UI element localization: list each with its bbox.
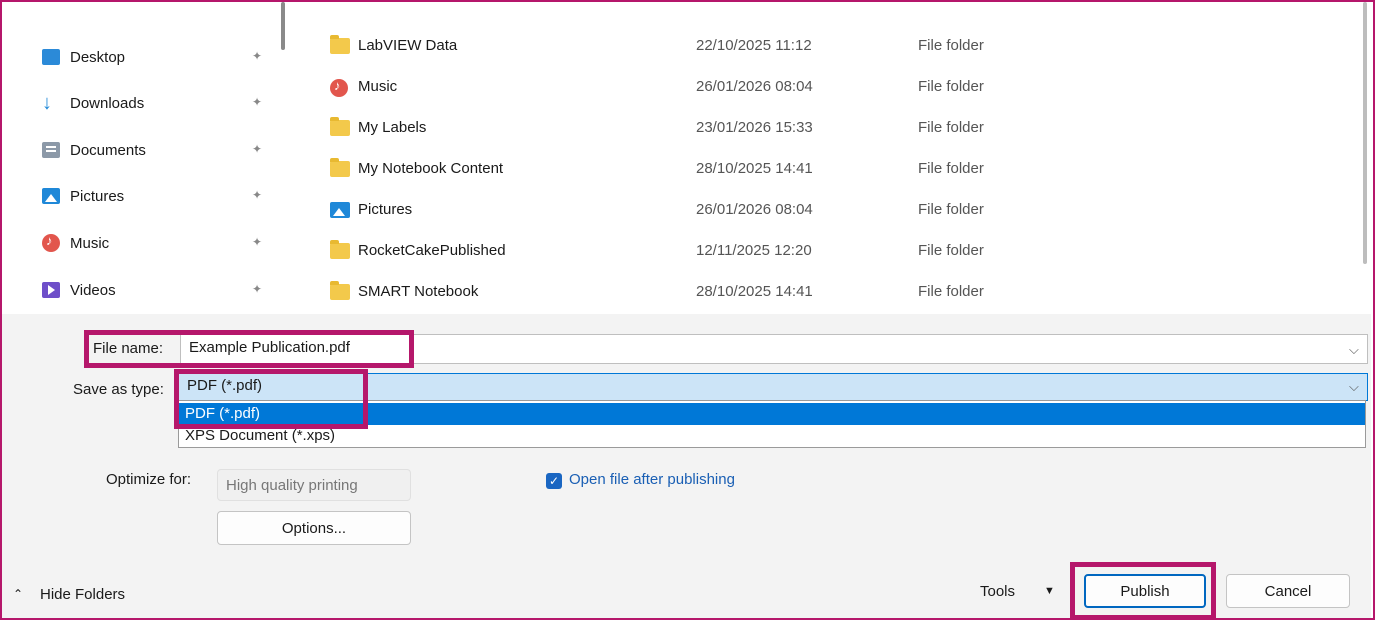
options-button-label: Options... <box>281 520 347 537</box>
file-date: 22/10/2025 11:12 <box>696 37 812 54</box>
navigation-pane: Desktop ✦ ↓ Downloads ✦ Documents ✦ Pict… <box>2 2 272 314</box>
nav-item-label: Pictures <box>70 187 125 205</box>
nav-item-documents[interactable]: Documents ✦ <box>42 135 274 165</box>
file-type: File folder <box>918 160 984 177</box>
optimize-value: High quality printing <box>226 477 358 494</box>
save-type-dropdown: PDF (*.pdf) XPS Document (*.xps) <box>178 400 1366 448</box>
tools-button[interactable]: Tools <box>980 583 1015 600</box>
open-after-label[interactable]: Open file after publishing <box>569 471 735 488</box>
file-row[interactable]: My Notebook Content 28/10/2025 14:41 Fil… <box>300 151 1360 187</box>
file-type: File folder <box>918 78 984 95</box>
option-label: PDF (*.pdf) <box>185 405 261 422</box>
save-type-select[interactable]: PDF (*.pdf) ⌵ <box>178 373 1368 401</box>
nav-item-videos[interactable]: Videos ✦ <box>42 275 274 305</box>
file-row[interactable]: Pictures 26/01/2026 08:04 File folder <box>300 192 1360 228</box>
folder-icon <box>330 117 350 136</box>
type-option-xps[interactable]: XPS Document (*.xps) <box>179 425 1365 447</box>
chevron-down-icon[interactable]: ⌵ <box>1349 379 1359 395</box>
nav-scrollbar[interactable] <box>281 2 285 50</box>
file-date: 23/01/2026 15:33 <box>696 119 813 136</box>
pin-icon: ✦ <box>252 282 263 296</box>
file-name: RocketCakePublished <box>358 242 506 259</box>
desktop-icon <box>42 49 60 65</box>
optimize-select[interactable]: High quality printing <box>217 469 411 501</box>
file-name: My Notebook Content <box>358 160 504 177</box>
cancel-button-label: Cancel <box>1264 583 1312 600</box>
file-name-input[interactable]: Example Publication.pdf ⌵ <box>180 334 1368 364</box>
music-icon <box>42 233 60 252</box>
nav-item-label: Music <box>70 234 110 252</box>
music-icon <box>330 78 348 97</box>
folder-icon <box>330 281 350 300</box>
nav-item-downloads[interactable]: ↓ Downloads ✦ <box>42 88 274 118</box>
publish-button[interactable]: Publish <box>1084 574 1206 608</box>
chevron-down-icon[interactable]: ⌵ <box>1349 342 1359 358</box>
file-row[interactable]: Music 26/01/2026 08:04 File folder <box>300 69 1360 105</box>
file-row[interactable]: RocketCakePublished 12/11/2025 12:20 Fil… <box>300 233 1360 269</box>
file-list-scrollbar[interactable] <box>1363 2 1367 264</box>
publish-button-label: Publish <box>1120 583 1170 600</box>
type-option-pdf[interactable]: PDF (*.pdf) <box>179 403 1365 425</box>
file-date: 28/10/2025 14:41 <box>696 283 813 300</box>
save-type-label: Save as type: <box>73 381 164 398</box>
optimize-label: Optimize for: <box>106 471 192 488</box>
videos-icon <box>42 282 60 298</box>
downloads-icon: ↓ <box>42 92 52 114</box>
file-name: Pictures <box>358 201 413 218</box>
open-after-checkbox[interactable]: ✓ <box>546 473 562 489</box>
file-date: 12/11/2025 12:20 <box>696 242 812 259</box>
file-name: Music <box>358 78 398 95</box>
folder-icon <box>330 35 350 54</box>
file-type: File folder <box>918 201 984 218</box>
pictures-icon <box>42 188 60 204</box>
folder-icon <box>330 240 350 259</box>
file-type: File folder <box>918 283 984 300</box>
nav-item-music[interactable]: Music ✦ <box>42 228 274 258</box>
file-name-label: File name: <box>93 340 164 357</box>
file-date: 28/10/2025 14:41 <box>696 160 813 177</box>
pin-icon: ✦ <box>252 235 263 249</box>
chevron-down-icon[interactable]: ▼ <box>1044 585 1055 597</box>
pictures-icon <box>330 202 350 218</box>
nav-item-label: Videos <box>70 281 116 299</box>
nav-item-label: Documents <box>70 141 146 159</box>
file-list: LabVIEW Data 22/10/2025 11:12 File folde… <box>300 2 1360 314</box>
file-type: File folder <box>918 37 984 54</box>
options-button[interactable]: Options... <box>217 511 411 545</box>
cancel-button[interactable]: Cancel <box>1226 574 1350 608</box>
documents-icon <box>42 142 60 158</box>
nav-item-label: Desktop <box>70 48 126 66</box>
save-type-value: PDF (*.pdf) <box>187 377 263 394</box>
hide-folders-button[interactable]: Hide Folders <box>40 586 125 603</box>
file-date: 26/01/2026 08:04 <box>696 201 813 218</box>
file-row[interactable]: LabVIEW Data 22/10/2025 11:12 File folde… <box>300 28 1360 64</box>
nav-item-pictures[interactable]: Pictures ✦ <box>42 181 274 211</box>
file-date: 26/01/2026 08:04 <box>696 78 813 95</box>
option-label: XPS Document (*.xps) <box>185 427 336 444</box>
file-name-value: Example Publication.pdf <box>189 339 350 356</box>
file-row[interactable]: My Labels 23/01/2026 15:33 File folder <box>300 110 1360 146</box>
file-name: My Labels <box>358 119 427 136</box>
pin-icon: ✦ <box>252 188 263 202</box>
pin-icon: ✦ <box>252 95 263 109</box>
file-row[interactable]: SMART Notebook 28/10/2025 14:41 File fol… <box>300 274 1360 310</box>
nav-item-label: Downloads <box>70 94 145 112</box>
file-type: File folder <box>918 119 984 136</box>
pin-icon: ✦ <box>252 142 263 156</box>
file-type: File folder <box>918 242 984 259</box>
chevron-up-icon[interactable]: ⌃ <box>13 587 23 601</box>
file-name: LabVIEW Data <box>358 37 458 54</box>
file-name: SMART Notebook <box>358 283 479 300</box>
pin-icon: ✦ <box>252 49 263 63</box>
folder-icon <box>330 158 350 177</box>
nav-item-desktop[interactable]: Desktop ✦ <box>42 42 274 72</box>
